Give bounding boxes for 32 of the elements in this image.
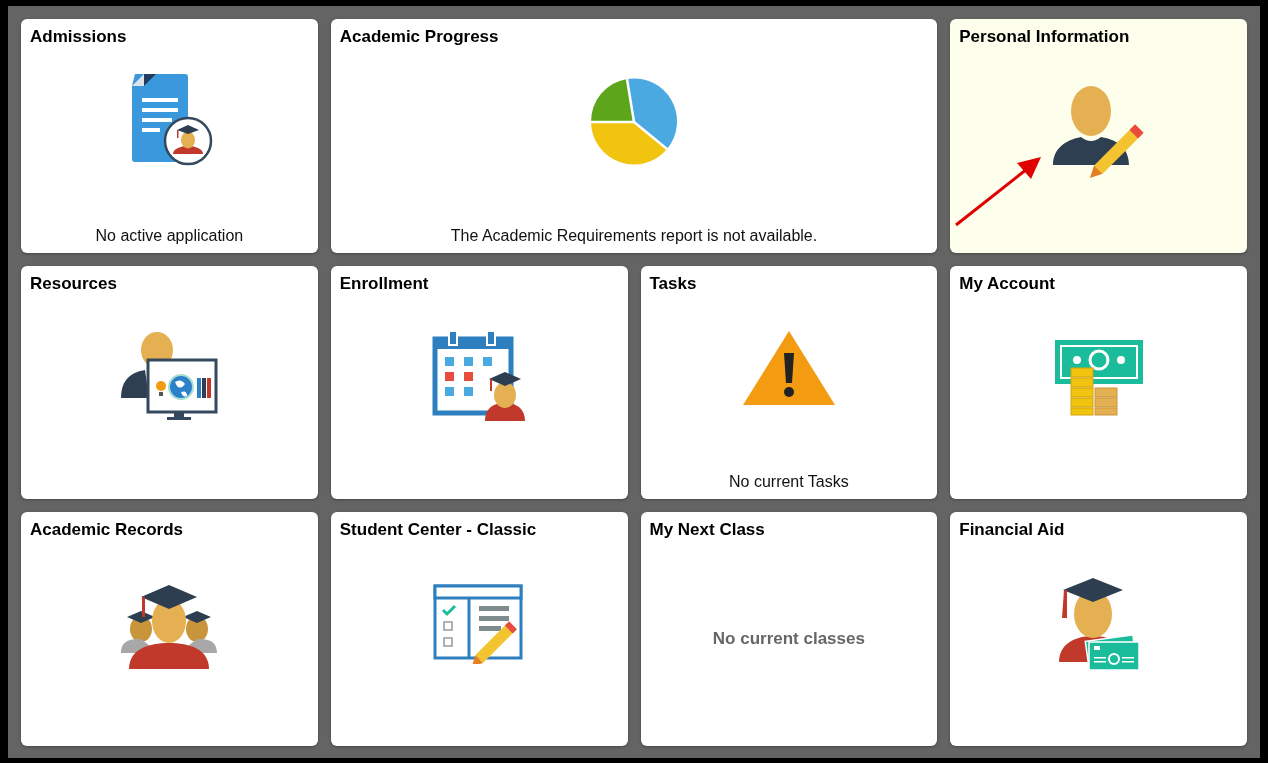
warning-icon xyxy=(740,329,837,408)
status-message: No current Tasks xyxy=(729,473,849,492)
tile-title: Academic Records xyxy=(30,520,184,541)
tile-card[interactable]: Financial Aid xyxy=(950,512,1247,746)
tile-title: My Next Class xyxy=(649,520,765,541)
tile-title: Student Center - Classic xyxy=(339,520,537,541)
tile-title: My Account xyxy=(959,273,1055,294)
money-coins-icon xyxy=(1052,338,1145,417)
tile-title: Personal Information xyxy=(959,27,1130,47)
tile-card[interactable]: Admissions No active application xyxy=(21,19,318,253)
tile-card[interactable]: Student Center - Classic xyxy=(330,512,628,746)
tile-title: Enrollment xyxy=(339,273,429,294)
tile-title: Resources xyxy=(30,273,117,294)
calendar-graduate-icon xyxy=(431,331,528,424)
tile-card[interactable]: Academic Records xyxy=(21,512,318,746)
tile-title: Academic Progress xyxy=(339,27,499,47)
tile-card[interactable]: My Next Class No current classes xyxy=(640,512,938,746)
empty-message: No current classes xyxy=(712,629,865,650)
tile-title: Tasks xyxy=(649,273,697,294)
tile-card[interactable]: Tasks No current Tasks xyxy=(640,265,938,500)
person-monitor-icon xyxy=(119,332,220,423)
tile-card[interactable]: Academic Progress The Academic Requirements report is not available. xyxy=(330,19,938,253)
status-message: The Academic Requirements report is not available. xyxy=(450,226,818,245)
status-message: No active application xyxy=(95,226,244,245)
tile-title: Financial Aid xyxy=(959,520,1065,541)
tile-card[interactable]: My Account xyxy=(950,265,1247,500)
tile-card[interactable]: Personal Information xyxy=(950,19,1247,253)
tile-card[interactable]: Resources xyxy=(21,265,318,500)
graduate-money-icon xyxy=(1056,576,1141,673)
checklist-pencil-icon xyxy=(433,584,526,665)
tile-title: Admissions xyxy=(30,27,127,47)
tile-card[interactable]: Enrollment xyxy=(330,265,628,500)
